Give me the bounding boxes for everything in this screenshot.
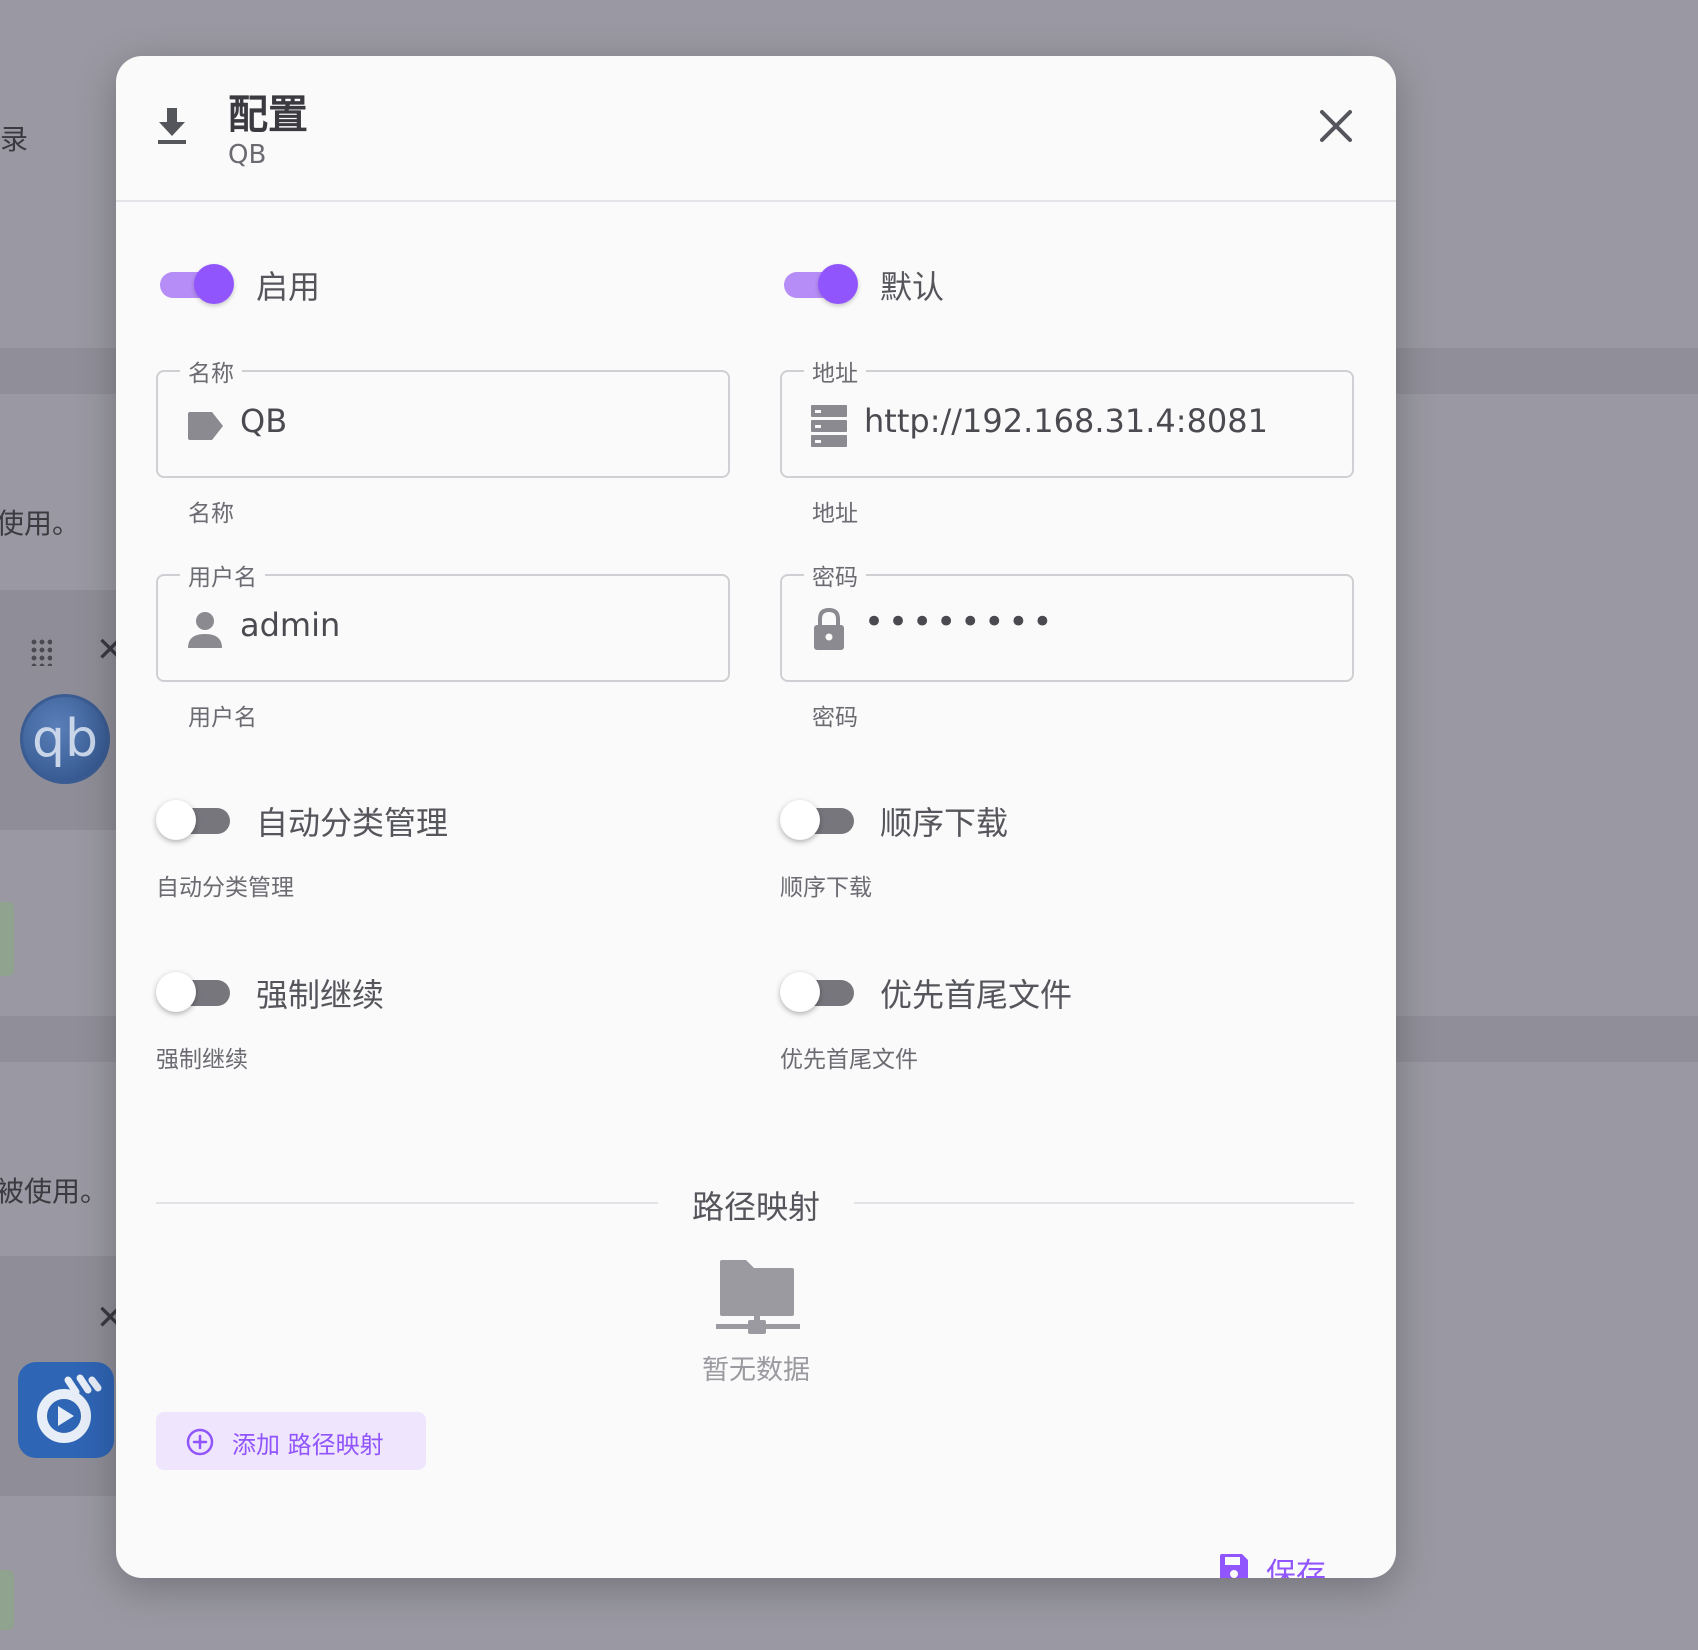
add-path-mapping-button[interactable]: 添加 路径映射 <box>156 1412 426 1470</box>
save-label: 保存 <box>1266 1557 1326 1578</box>
password-field-legend: 密码 <box>804 558 866 592</box>
background-text-used: 被使用。 <box>0 1175 109 1208</box>
auto-category-hint: 自动分类管理 <box>156 875 294 901</box>
sequential-download-switch-label: 顺序下载 <box>880 804 1009 842</box>
default-switch-label: 默认 <box>880 268 945 306</box>
sequential-download-switch[interactable] <box>780 796 858 840</box>
password-field[interactable]: 密码 •••••••• <box>780 558 1354 682</box>
app-logo <box>18 1362 114 1458</box>
default-switch-knob <box>818 264 858 304</box>
add-path-mapping-label: 添加 路径映射 <box>232 1431 384 1459</box>
default-switch[interactable] <box>780 260 858 304</box>
background-status-strip-2 <box>0 1570 14 1630</box>
path-mapping-heading: 路径映射 <box>691 1188 820 1226</box>
tag-icon <box>188 412 223 440</box>
qbittorrent-logo: qb <box>20 694 110 784</box>
folder-network-icon <box>716 1260 800 1334</box>
username-field-hint: 用户名 <box>188 705 257 731</box>
dialog-title: 配置 <box>228 92 308 138</box>
first-last-priority-switch[interactable] <box>780 968 858 1012</box>
enable-switch-label: 启用 <box>256 268 321 306</box>
password-field-hint: 密码 <box>812 705 858 731</box>
address-field[interactable]: 地址 <box>780 354 1354 478</box>
dialog-header: 配置 QB <box>116 56 1396 202</box>
sequential-download-switch-knob <box>780 800 820 840</box>
user-icon <box>188 612 222 648</box>
username-field[interactable]: 用户名 <box>156 558 730 682</box>
enable-switch-knob <box>194 264 234 304</box>
address-field-legend: 地址 <box>804 354 866 388</box>
save-button[interactable]: 保存 <box>1216 1536 1346 1578</box>
first-last-priority-switch-knob <box>780 972 820 1012</box>
download-icon <box>158 108 186 144</box>
auto-category-switch[interactable] <box>156 796 234 840</box>
background-drag-handle-icon <box>30 638 52 666</box>
username-input[interactable] <box>240 606 710 644</box>
close-button[interactable] <box>1312 102 1360 150</box>
sequential-download-hint: 顺序下载 <box>780 875 872 901</box>
name-field-legend: 名称 <box>180 354 242 388</box>
dialog-subtitle: QB <box>228 140 267 170</box>
floppy-disk-icon <box>1220 1554 1248 1578</box>
background-text-usage: 使用。 <box>0 507 81 540</box>
auto-category-switch-knob <box>156 800 196 840</box>
config-dialog: 配置 QB 启用 默认 名称 名称 地址 地址 <box>116 56 1396 1578</box>
background-status-strip <box>0 902 14 976</box>
force-resume-switch[interactable] <box>156 968 234 1012</box>
enable-switch[interactable] <box>156 260 234 304</box>
first-last-priority-switch-label: 优先首尾文件 <box>880 976 1073 1014</box>
first-last-priority-hint: 优先首尾文件 <box>780 1047 918 1073</box>
force-resume-switch-label: 强制继续 <box>256 976 385 1014</box>
name-field-hint: 名称 <box>188 501 234 527</box>
username-field-legend: 用户名 <box>180 558 265 592</box>
name-input[interactable] <box>240 402 710 440</box>
force-resume-hint: 强制继续 <box>156 1047 248 1073</box>
background-text-catalog: 目录 <box>0 123 29 156</box>
name-field[interactable]: 名称 <box>156 354 730 478</box>
plus-circle-icon <box>186 1428 214 1456</box>
server-icon <box>811 405 847 447</box>
auto-category-switch-label: 自动分类管理 <box>256 804 449 842</box>
password-value[interactable]: •••••••• <box>864 602 1056 642</box>
force-resume-switch-knob <box>156 972 196 1012</box>
address-input[interactable] <box>864 402 1334 440</box>
lock-icon <box>814 607 844 650</box>
empty-state-text: 暂无数据 <box>702 1355 810 1386</box>
address-field-hint: 地址 <box>812 501 858 527</box>
